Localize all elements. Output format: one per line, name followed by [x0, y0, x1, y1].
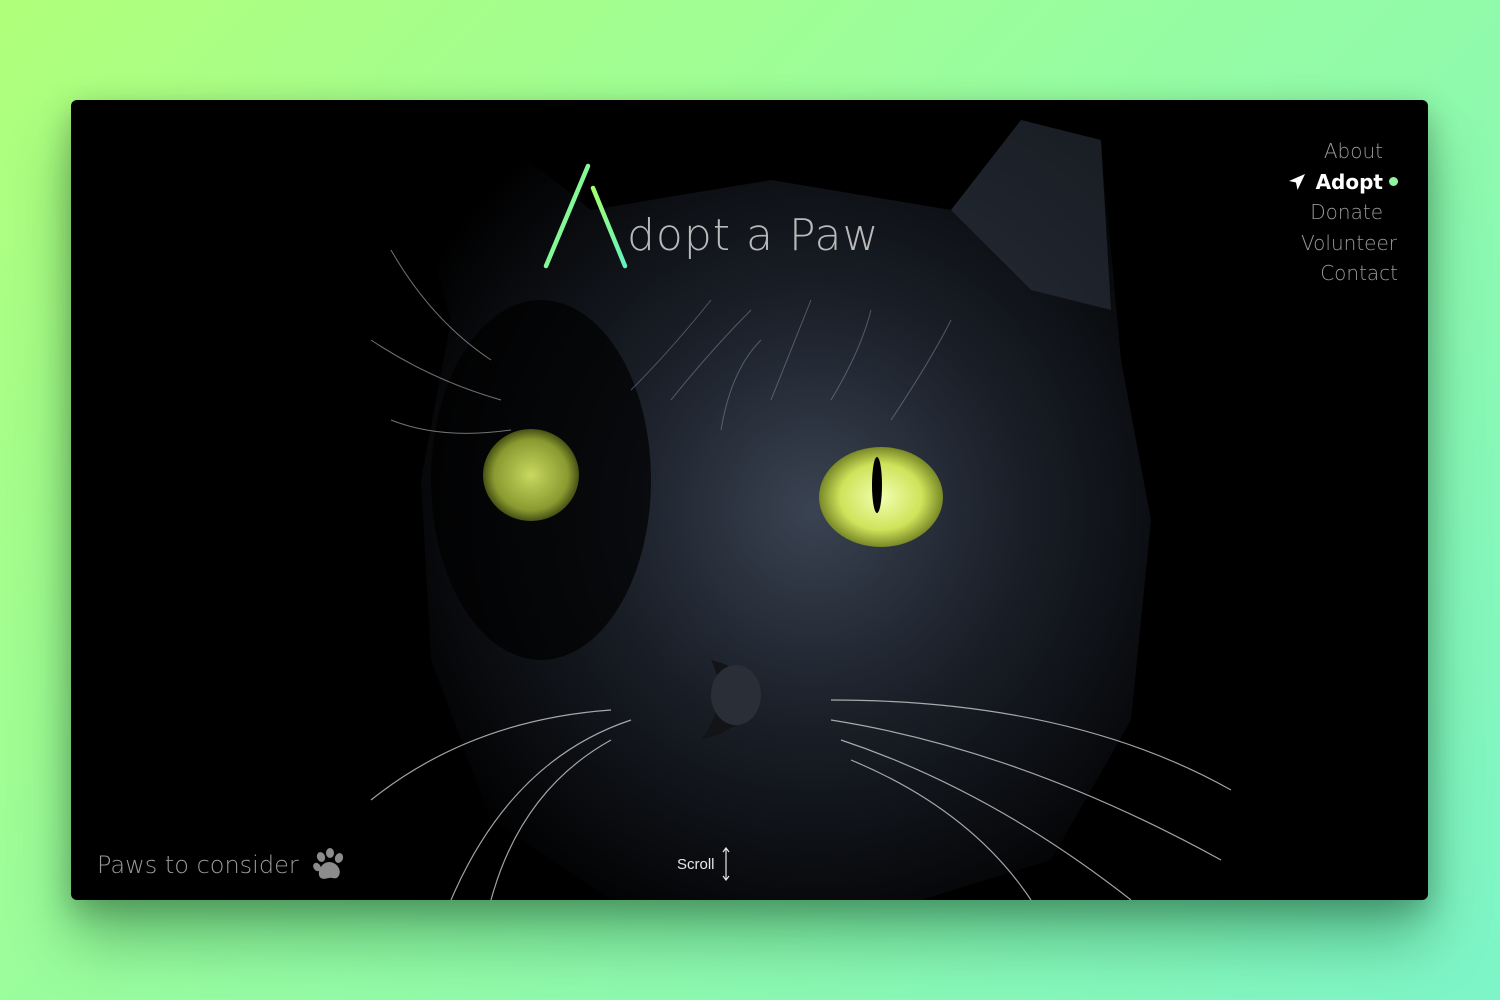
scroll-hint[interactable]: Scroll — [677, 846, 731, 882]
nav-about[interactable]: About — [1288, 136, 1383, 167]
navigation-arrow-icon — [1288, 173, 1305, 190]
nav-adopt-label: Adopt — [1315, 169, 1383, 194]
tagline: Paws to consider — [97, 847, 347, 883]
tagline-text: Paws to consider — [97, 851, 299, 879]
site-title-text: dopt a Paw — [627, 210, 880, 261]
nav-volunteer[interactable]: Volunteer — [1288, 228, 1397, 259]
paw-icon — [312, 848, 343, 879]
logo-a-mark — [543, 163, 628, 269]
hero-card: dopt a Paw About Adopt Donate Volunteer … — [71, 100, 1428, 900]
main-nav: About Adopt Donate Volunteer Contact — [1288, 136, 1398, 289]
nav-about-label: About — [1323, 139, 1383, 164]
nav-donate-label: Donate — [1310, 200, 1383, 225]
active-indicator-dot — [1389, 177, 1398, 187]
nav-contact-label: Contact — [1320, 261, 1398, 286]
scroll-label: Scroll — [677, 855, 715, 873]
nav-donate[interactable]: Donate — [1288, 197, 1383, 228]
site-title: dopt a Paw — [541, 160, 941, 280]
nav-volunteer-label: Volunteer — [1301, 230, 1397, 255]
scroll-arrows-icon — [722, 847, 729, 881]
nav-adopt[interactable]: Adopt — [1288, 167, 1398, 198]
nav-contact[interactable]: Contact — [1288, 258, 1398, 289]
